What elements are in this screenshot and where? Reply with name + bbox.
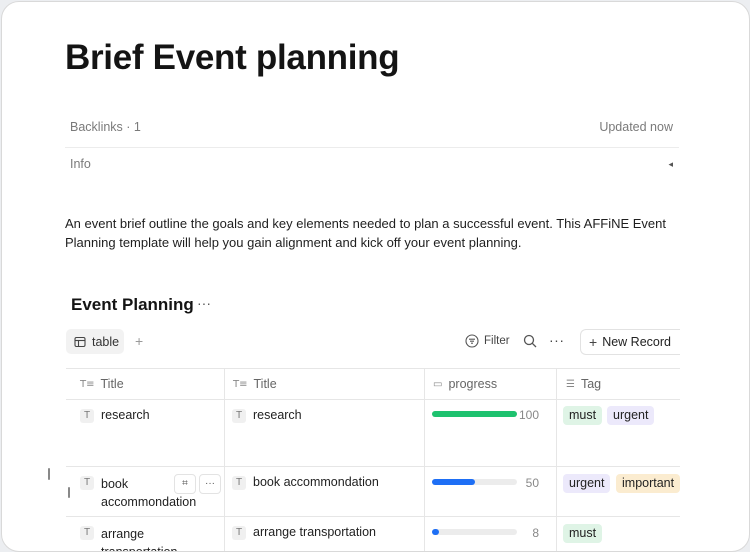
meta-bar: Backlinks · 1 Updated now [65, 118, 679, 136]
tag-chip[interactable]: important [616, 474, 680, 493]
title2-cell[interactable]: T research [232, 408, 417, 423]
title-text-icon: T≡ [233, 378, 248, 390]
title2-cell[interactable]: T arrange transportation [232, 525, 417, 540]
tab-table-view[interactable]: table [66, 329, 124, 354]
backlinks-link[interactable]: Backlinks · 1 [65, 120, 141, 134]
progress-bar[interactable] [432, 479, 517, 485]
row-divider [66, 466, 680, 467]
multi-select-icon: ☰ [566, 378, 575, 390]
progress-fill [432, 529, 439, 535]
column-divider [224, 369, 225, 551]
column-header-label: progress [448, 377, 498, 391]
column-header-label: Tag [580, 377, 602, 391]
database-title[interactable]: Event Planning [71, 295, 194, 315]
cell-value: arrange transportation [101, 527, 178, 552]
filter-icon [465, 334, 479, 348]
new-record-button[interactable]: + New Record [580, 329, 680, 355]
filter-button[interactable]: Filter [465, 334, 510, 348]
row-drag-handle[interactable] [68, 487, 70, 498]
text-type-icon: T [232, 409, 246, 423]
row-divider [66, 516, 680, 517]
text-type-icon: T [80, 409, 94, 423]
filter-label: Filter [484, 335, 510, 347]
intro-paragraph[interactable]: An event brief outline the goals and key… [65, 214, 685, 252]
tag-chip[interactable]: must [563, 406, 603, 425]
title2-cell[interactable]: T book accommondation [232, 475, 417, 490]
updated-status: Updated now [599, 120, 673, 134]
tag-chip[interactable]: urgent [563, 474, 611, 493]
info-bar[interactable]: Info ◂ [65, 155, 679, 173]
cell-value: book accommondation [253, 475, 379, 489]
column-header-progress[interactable]: ▭ progress [433, 369, 497, 399]
column-header-title-2[interactable]: T≡ Title [233, 369, 277, 399]
column-header-label: Title [253, 377, 277, 391]
progress-icon: ▭ [433, 378, 443, 390]
row-actions: ⌗ ··· [174, 474, 221, 494]
cell-value: research [101, 408, 150, 422]
column-divider [424, 369, 425, 551]
more-actions-button[interactable]: ··· [549, 332, 565, 348]
search-icon[interactable] [523, 334, 537, 353]
database-table: T≡ Title T≡ Title ▭ progress ☰ Tag T res… [66, 368, 680, 552]
column-divider [556, 369, 557, 551]
row-divider [66, 399, 680, 400]
progress-bar[interactable] [432, 411, 517, 417]
expand-row-icon[interactable]: ⌗ [174, 474, 196, 494]
collapse-arrow-icon[interactable]: ◂ [663, 159, 679, 170]
add-view-button[interactable]: + [135, 333, 143, 349]
text-type-icon: T [80, 526, 94, 540]
text-type-icon: T [232, 476, 246, 490]
tag-chip[interactable]: urgent [607, 406, 655, 425]
new-record-label: New Record [602, 335, 671, 349]
text-type-icon: T [80, 476, 94, 490]
info-label[interactable]: Info [65, 157, 91, 171]
progress-value: 8 [532, 526, 539, 540]
tag-chip[interactable]: must [563, 524, 603, 543]
title-cell[interactable]: T research [80, 408, 215, 423]
database-more-button[interactable]: ··· [197, 295, 211, 311]
progress-value: 50 [525, 476, 539, 490]
column-header-tag[interactable]: ☰ Tag [566, 369, 601, 399]
plus-icon: + [589, 334, 598, 350]
table-icon [74, 336, 86, 347]
progress-value: 100 [519, 408, 540, 422]
divider [65, 147, 679, 148]
cell-value: research [253, 408, 302, 422]
cell-value: arrange transportation [253, 525, 376, 539]
progress-bar[interactable] [432, 529, 517, 535]
text-type-icon: T [232, 526, 246, 540]
title-text-icon: T≡ [80, 378, 95, 390]
block-drag-handle[interactable] [48, 468, 50, 480]
progress-fill [432, 411, 517, 417]
progress-fill [432, 479, 475, 485]
column-header-title[interactable]: T≡ Title [80, 369, 124, 399]
tab-label: table [92, 334, 120, 349]
page-title[interactable]: Brief Event planning [65, 38, 400, 78]
row-more-button[interactable]: ··· [199, 474, 221, 494]
column-header-label: Title [100, 377, 124, 391]
document-card: Brief Event planning Backlinks · 1 Updat… [1, 1, 750, 552]
title-cell[interactable]: T arrange transportation [80, 525, 190, 552]
